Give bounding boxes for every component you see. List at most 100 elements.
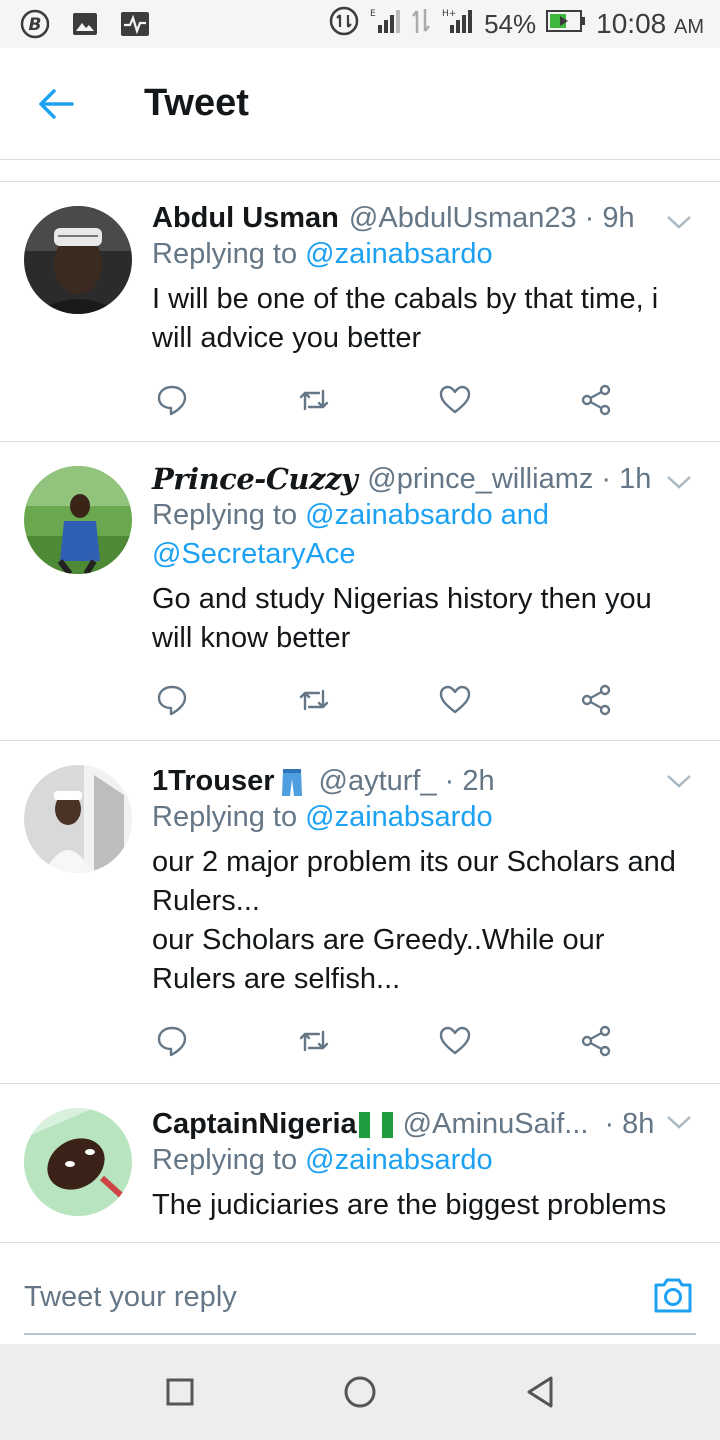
tweet-text-line: our 2 major problem its our Scholars and… <box>152 846 676 917</box>
like-icon <box>439 685 471 714</box>
back-arrow-icon <box>39 88 74 119</box>
retweet-button[interactable] <box>296 1023 332 1059</box>
tweet-header: Prince-Cuzzy @prince_williamz · 1h <box>152 442 720 496</box>
clock: 10:08 AM <box>596 8 704 39</box>
mention-link[interactable]: @zainabsardo <box>305 801 492 833</box>
tweet-header: 1Trouser @ayturf_ · 2h <box>152 741 720 798</box>
author-handle[interactable]: @prince_williamz <box>367 463 593 496</box>
back-button[interactable] <box>26 74 86 134</box>
avatar[interactable] <box>24 206 132 314</box>
reply-input[interactable]: Tweet your reply <box>24 1281 237 1314</box>
chevron-down-icon[interactable] <box>664 212 694 232</box>
camera-icon[interactable] <box>652 1275 694 1315</box>
circle-icon <box>344 1376 376 1408</box>
tweet-header: Abdul Usman @AbdulUsman23 · 9h <box>152 182 720 235</box>
author-name[interactable]: CaptainNigeria <box>152 1108 357 1141</box>
author-name[interactable]: 1Trouser <box>152 765 275 798</box>
system-nav-bar <box>0 1344 720 1440</box>
square-icon <box>166 1378 194 1406</box>
chevron-down-icon[interactable] <box>664 771 694 791</box>
like-icon <box>439 1026 471 1055</box>
chevron-down-icon[interactable] <box>664 472 694 492</box>
share-button[interactable] <box>578 382 614 418</box>
like-button[interactable] <box>437 682 473 718</box>
tweet-text-line: our Scholars are Greedy..While our Ruler… <box>152 924 605 995</box>
author-handle[interactable]: @ayturf_ <box>319 765 437 798</box>
share-icon <box>581 684 611 716</box>
page-title: Tweet <box>144 82 249 124</box>
reply-icon <box>157 685 187 716</box>
reply-icon <box>157 1026 187 1057</box>
reply-button[interactable] <box>154 682 190 718</box>
back-nav-button[interactable] <box>520 1372 560 1412</box>
tweet-item[interactable]: Prince-Cuzzy @prince_williamz · 1h Reply… <box>0 442 720 741</box>
list-top-divider <box>0 160 720 182</box>
tweet-list[interactable]: Abdul Usman @AbdulUsman23 · 9h Replying … <box>0 160 720 1242</box>
svg-text:B: B <box>29 15 42 35</box>
b-badge-icon: B <box>18 8 52 40</box>
tweet-actions <box>152 1023 720 1059</box>
author-name[interactable]: Abdul Usman <box>152 202 339 235</box>
retweet-icon <box>299 1030 329 1052</box>
pulse-icon <box>118 8 152 40</box>
replying-to: Replying to @zainabsardo <box>152 1144 493 1176</box>
tweet-time: · 1h <box>601 462 652 495</box>
like-icon <box>439 385 471 414</box>
reply-button[interactable] <box>154 1023 190 1059</box>
avatar[interactable] <box>24 466 132 574</box>
replying-to: Replying to @zainabsardo <box>152 238 493 270</box>
share-button[interactable] <box>578 1023 614 1059</box>
like-button[interactable] <box>437 382 473 418</box>
author-handle[interactable]: @AminuSaif... <box>403 1108 589 1141</box>
tweet-text: The judiciaries are the biggest problems <box>152 1189 667 1221</box>
tweet-text: I will be one of the cabals by that time… <box>152 283 659 354</box>
data-arrows-icon <box>410 7 432 42</box>
jeans-icon <box>281 767 303 797</box>
replying-to: Replying to @zainabsardo <box>152 801 493 833</box>
retweet-button[interactable] <box>296 682 332 718</box>
retweet-icon <box>299 389 329 411</box>
mention-link[interactable]: @zainabsardo <box>305 1144 492 1176</box>
tweet-item[interactable]: CaptainNigeria @AminuSaif... · 8h Replyi… <box>0 1084 720 1242</box>
signal-icon-1: E <box>370 7 401 42</box>
status-bar: B E H+ 54% 10:08 AM <box>0 0 720 48</box>
share-button[interactable] <box>578 682 614 718</box>
nigeria-flag-icon <box>358 1111 393 1138</box>
tweet-time: · 9h <box>584 202 635 234</box>
tweet-text: Go and study Nigerias history then you w… <box>152 583 652 654</box>
share-icon <box>581 1025 611 1057</box>
svg-text:H+: H+ <box>442 9 456 19</box>
signal-icon-2: H+ <box>442 7 474 42</box>
data-saver-icon <box>328 5 360 44</box>
replying-to: Replying to @zainabsardo and @SecretaryA… <box>152 499 550 570</box>
author-name[interactable]: Prince-Cuzzy <box>152 462 358 496</box>
battery-icon <box>546 9 586 40</box>
reply-icon <box>157 385 187 416</box>
avatar[interactable] <box>24 1108 132 1216</box>
home-button[interactable] <box>340 1372 380 1412</box>
app-header: Tweet <box>0 48 720 160</box>
tweet-item[interactable]: 1Trouser @ayturf_ · 2h Replying to @zain… <box>0 741 720 1084</box>
mention-link[interactable]: @zainabsardo <box>305 238 492 270</box>
tweet-time: · 2h <box>444 765 495 797</box>
image-icon <box>68 8 102 40</box>
chevron-down-icon[interactable] <box>664 1112 694 1132</box>
battery-percent: 54% <box>484 8 537 39</box>
tweet-actions <box>152 682 720 718</box>
recents-button[interactable] <box>160 1372 200 1412</box>
tweet-text: our 2 major problem its our Scholars and… <box>152 843 720 999</box>
share-icon <box>581 384 611 416</box>
like-button[interactable] <box>437 1023 473 1059</box>
tweet-time: · 8h <box>604 1108 655 1140</box>
triangle-back-icon <box>527 1376 553 1408</box>
tweet-header: CaptainNigeria @AminuSaif... · 8h <box>152 1084 720 1141</box>
avatar[interactable] <box>24 765 132 873</box>
reply-button[interactable] <box>154 382 190 418</box>
tweet-item[interactable]: Abdul Usman @AbdulUsman23 · 9h Replying … <box>0 182 720 442</box>
author-handle[interactable]: @AbdulUsman23 <box>349 202 577 235</box>
reply-composer: Tweet your reply <box>0 1242 720 1344</box>
reply-input-underline <box>24 1333 696 1335</box>
retweet-button[interactable] <box>296 382 332 418</box>
retweet-icon <box>299 689 329 711</box>
tweet-actions <box>152 382 720 418</box>
